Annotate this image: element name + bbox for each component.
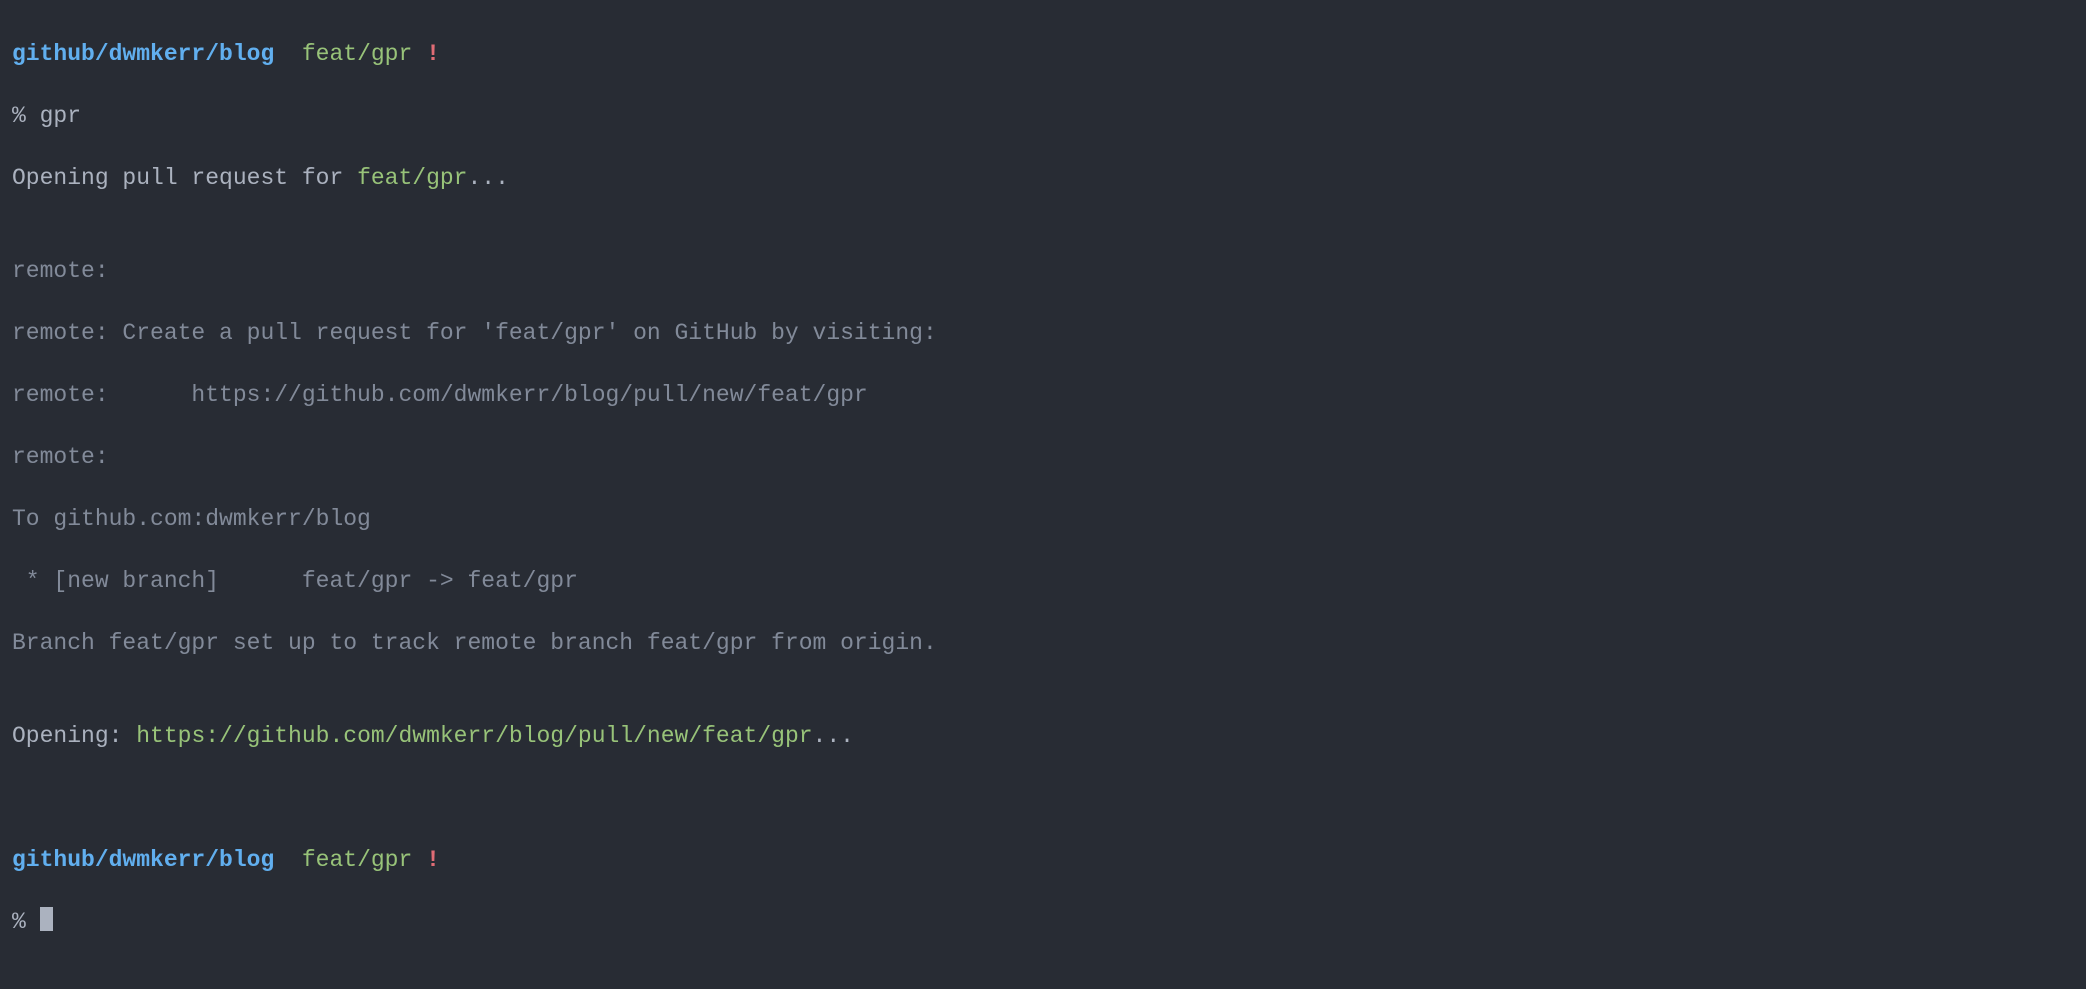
output-line: Opening: https://github.com/dwmkerr/blog… [12, 721, 2074, 752]
remote-line: remote: https://github.com/dwmkerr/blog/… [12, 380, 2074, 411]
branch-name: feat/gpr [357, 165, 467, 191]
push-line: Branch feat/gpr set up to track remote b… [12, 628, 2074, 659]
prompt-branch: feat/gpr [302, 847, 412, 873]
shell-prompt: github/dwmkerr/blog feat/gpr ! [12, 39, 2074, 70]
text: Opening pull request for [12, 165, 357, 191]
prompt-path: github/dwmkerr/blog [12, 847, 274, 873]
text: Opening: [12, 723, 136, 749]
text: ... [467, 165, 508, 191]
prompt-sigil: % [12, 909, 40, 935]
remote-line: remote: [12, 256, 2074, 287]
pr-url: https://github.com/dwmkerr/blog/pull/new… [136, 723, 812, 749]
push-line: To github.com:dwmkerr/blog [12, 504, 2074, 535]
prompt-path: github/dwmkerr/blog [12, 41, 274, 67]
text: ... [813, 723, 854, 749]
remote-line: remote: [12, 442, 2074, 473]
prompt-sep2 [412, 847, 426, 873]
prompt-dirty-icon: ! [426, 41, 440, 67]
prompt-sep [274, 847, 302, 873]
prompt-sigil: % [12, 103, 40, 129]
command-text: gpr [40, 103, 81, 129]
output-line: Opening pull request for feat/gpr... [12, 163, 2074, 194]
terminal-window[interactable]: github/dwmkerr/blog feat/gpr ! % gpr Ope… [0, 0, 2086, 989]
push-line: * [new branch] feat/gpr -> feat/gpr [12, 566, 2074, 597]
remote-line: remote: Create a pull request for 'feat/… [12, 318, 2074, 349]
command-line[interactable]: % [12, 907, 2074, 938]
prompt-branch: feat/gpr [302, 41, 412, 67]
prompt-dirty-icon: ! [426, 847, 440, 873]
prompt-sep [274, 41, 302, 67]
cursor-icon [40, 907, 53, 931]
command-line: % gpr [12, 101, 2074, 132]
shell-prompt: github/dwmkerr/blog feat/gpr ! [12, 845, 2074, 876]
prompt-sep2 [412, 41, 426, 67]
